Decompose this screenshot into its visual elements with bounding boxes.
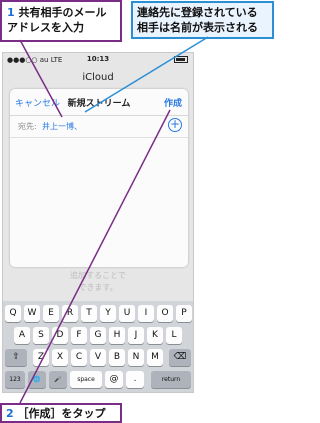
callout-note: 連絡先に登録されている相手は名前が表示される — [131, 1, 274, 39]
to-label: 宛先: — [18, 122, 37, 131]
app-title: iCloud — [82, 72, 114, 83]
dot-key[interactable]: . — [126, 371, 144, 388]
key-x[interactable]: X — [52, 349, 68, 366]
keyboard-row-4: 123 🌐 🎤 space @ . return — [3, 371, 193, 388]
plus-circle-icon[interactable]: + — [168, 118, 182, 132]
shift-key-icon[interactable]: ⇧ — [5, 349, 27, 366]
step-1-text: 共有相手のメールアドレスを入力 — [7, 6, 107, 34]
sheet-title: 新規ストリーム — [67, 99, 131, 109]
key-z[interactable]: Z — [33, 349, 49, 366]
note-text: 連絡先に登録されている相手は名前が表示される — [137, 6, 258, 34]
key-t[interactable]: T — [81, 305, 97, 322]
key-j[interactable]: J — [128, 327, 144, 344]
key-q[interactable]: Q — [5, 305, 21, 322]
at-key[interactable]: @ — [105, 371, 123, 388]
step-1-number: 1 — [7, 6, 15, 19]
key-h[interactable]: H — [109, 327, 125, 344]
delete-key-icon[interactable]: ⌫ — [169, 349, 191, 366]
key-n[interactable]: N — [128, 349, 144, 366]
key-b[interactable]: B — [109, 349, 125, 366]
status-bar: ●●●○○ au LTE 10:13 — [3, 53, 193, 67]
key-c[interactable]: C — [71, 349, 87, 366]
key-p[interactable]: P — [176, 305, 192, 322]
callout-step-2: 2 ［作成］をタップ — [0, 403, 122, 423]
return-key[interactable]: return — [151, 371, 191, 388]
key-u[interactable]: U — [119, 305, 135, 322]
key-y[interactable]: Y — [100, 305, 116, 322]
callout-step-1: 1 共有相手のメールアドレスを入力 — [0, 0, 122, 42]
step-2-number: 2 — [6, 407, 14, 420]
key-f[interactable]: F — [71, 327, 87, 344]
key-v[interactable]: V — [90, 349, 106, 366]
step-2-text: ［作成］をタップ — [17, 407, 106, 420]
keyboard-row-2: A S D F G H J K L — [3, 327, 193, 344]
key-m[interactable]: M — [147, 349, 163, 366]
new-stream-sheet: キャンセル 新規ストリーム 作成 宛先: 井上一博、 + — [10, 89, 188, 267]
recipient-field[interactable]: 宛先: 井上一博、 + — [10, 115, 188, 138]
globe-icon[interactable]: 🌐 — [28, 371, 46, 388]
key-e[interactable]: E — [43, 305, 59, 322]
phone-screen: ●●●○○ au LTE 10:13 iCloud キャンセル 新規ストリーム … — [2, 52, 194, 393]
battery-icon — [174, 56, 188, 63]
status-time: 10:13 — [86, 55, 110, 63]
key-w[interactable]: W — [24, 305, 40, 322]
key-k[interactable]: K — [147, 327, 163, 344]
create-button[interactable]: 作成 — [164, 96, 182, 109]
hint-line-2: できます。 — [78, 283, 118, 292]
key-g[interactable]: G — [90, 327, 106, 344]
keyboard-row-3: ⇧ Z X C V B N M ⌫ — [3, 349, 193, 366]
key-s[interactable]: S — [33, 327, 49, 344]
key-a[interactable]: A — [14, 327, 30, 344]
numbers-key[interactable]: 123 — [5, 371, 25, 388]
sheet-header: キャンセル 新規ストリーム 作成 — [10, 89, 188, 116]
recipient-token[interactable]: 井上一博、 — [42, 121, 82, 132]
key-o[interactable]: O — [157, 305, 173, 322]
keyboard: Q W E R T Y U I O P A S D F G H J K L ⇧ … — [3, 301, 193, 392]
key-l[interactable]: L — [166, 327, 182, 344]
hint-line-1: 追加することで — [70, 271, 126, 280]
background-hint-text: 追加することで できます。 — [3, 270, 193, 294]
microphone-icon[interactable]: 🎤 — [49, 371, 67, 388]
key-r[interactable]: R — [62, 305, 78, 322]
key-i[interactable]: I — [138, 305, 154, 322]
key-d[interactable]: D — [52, 327, 68, 344]
keyboard-row-1: Q W E R T Y U I O P — [3, 305, 193, 322]
space-key[interactable]: space — [70, 371, 102, 388]
